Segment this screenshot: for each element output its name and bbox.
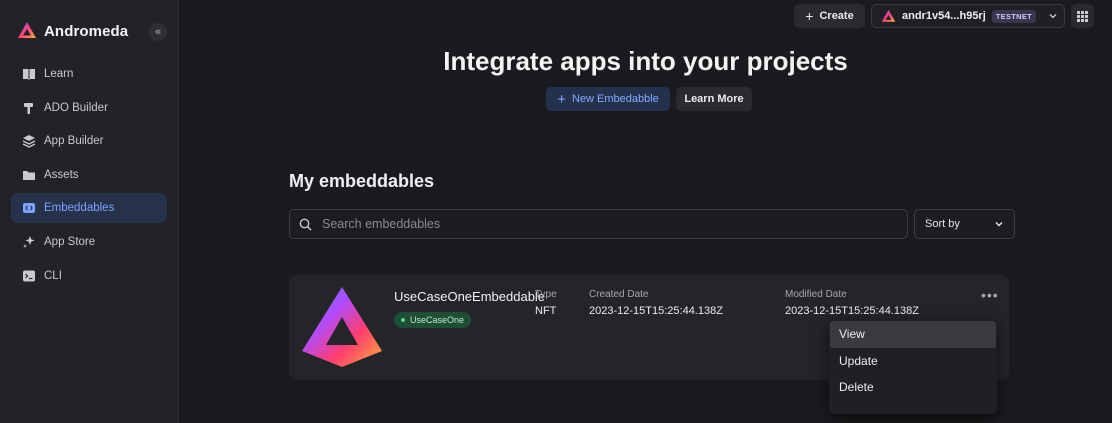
sort-dropdown[interactable]: Sort by xyxy=(914,209,1015,239)
hammer-icon xyxy=(24,102,33,114)
modified-date-label: Modified Date xyxy=(785,289,847,300)
status-badge: UseCaseOne xyxy=(394,312,472,328)
sidebar-item-assets[interactable]: Assets xyxy=(11,160,167,190)
status-badge-label: UseCaseOne xyxy=(410,315,465,325)
book-icon xyxy=(23,69,35,80)
search-box xyxy=(289,209,908,239)
layers-icon xyxy=(22,135,36,148)
wallet-button[interactable]: andr1v54...h95rj TESTNET xyxy=(871,4,1065,28)
section-title: My embeddables xyxy=(289,171,435,191)
andromeda-logo-icon xyxy=(302,287,382,367)
menu-item-view[interactable]: View xyxy=(830,321,996,348)
brand[interactable]: Andromeda xyxy=(17,21,128,41)
sparkle-icon xyxy=(23,235,35,248)
status-dot-icon xyxy=(401,318,405,322)
create-label: Create xyxy=(819,10,854,22)
type-value: NFT xyxy=(535,305,557,317)
menu-item-update[interactable]: Update xyxy=(830,348,996,375)
andromeda-logo-icon xyxy=(18,22,36,38)
sidebar-item-app-builder[interactable]: App Builder xyxy=(11,126,167,156)
learn-more-button[interactable]: Learn More xyxy=(676,87,752,111)
apps-grid-button[interactable] xyxy=(1071,4,1094,28)
search-icon xyxy=(299,218,312,230)
embed-icon xyxy=(23,203,35,214)
create-button[interactable]: + Create xyxy=(794,4,865,28)
sidebar-item-learn[interactable]: Learn xyxy=(11,59,167,89)
more-options-icon[interactable]: ••• xyxy=(981,287,999,303)
wallet-address: andr1v54...h95rj xyxy=(902,10,986,22)
sidebar-item-label: App Store xyxy=(44,235,96,248)
chevron-down-icon xyxy=(995,222,1003,227)
chevron-down-icon xyxy=(1049,14,1057,19)
sort-label: Sort by xyxy=(925,218,960,230)
sidebar-nav: Learn ADO Builder App Builder Assets Emb… xyxy=(11,59,167,294)
sidebar: Andromeda « Learn ADO Builder App Builde… xyxy=(0,0,179,423)
sidebar-item-label: Assets xyxy=(44,168,79,181)
sidebar-item-label: Learn xyxy=(44,68,74,80)
menu-item-delete[interactable]: Delete xyxy=(830,374,996,401)
created-date-label: Created Date xyxy=(589,289,649,300)
terminal-icon xyxy=(23,270,35,282)
created-date-value: 2023-12-15T15:25:44.138Z xyxy=(589,305,723,317)
sidebar-item-label: ADO Builder xyxy=(44,101,108,114)
andromeda-logo-icon xyxy=(881,9,896,22)
network-badge: TESTNET xyxy=(991,9,1037,23)
folder-icon xyxy=(23,170,35,180)
modified-date-value: 2023-12-15T15:25:44.138Z xyxy=(785,305,919,317)
plus-icon: + xyxy=(805,8,814,24)
context-menu: View Update Delete xyxy=(829,320,997,414)
new-embeddable-label: New Embedabble xyxy=(571,93,659,105)
sidebar-item-ado-builder[interactable]: ADO Builder xyxy=(11,93,167,123)
sidebar-item-label: App Builder xyxy=(44,135,104,148)
page-title: Integrate apps into your projects xyxy=(443,46,848,76)
collapse-sidebar-button[interactable]: « xyxy=(149,23,167,41)
plus-icon: + xyxy=(557,90,566,108)
new-embeddable-button[interactable]: + New Embedabble xyxy=(546,87,670,111)
sidebar-item-cli[interactable]: CLI xyxy=(11,261,167,291)
embeddable-name: UseCaseOneEmbeddable xyxy=(394,289,546,304)
sidebar-item-label: Embeddables xyxy=(44,202,115,215)
brand-name: Andromeda xyxy=(44,22,129,40)
grid-icon xyxy=(1077,10,1088,22)
sidebar-item-app-store[interactable]: App Store xyxy=(11,227,167,257)
type-label: Type xyxy=(535,289,557,300)
sidebar-item-embeddables[interactable]: Embeddables xyxy=(11,193,167,224)
search-input[interactable] xyxy=(322,217,882,231)
sidebar-item-label: CLI xyxy=(44,269,62,282)
